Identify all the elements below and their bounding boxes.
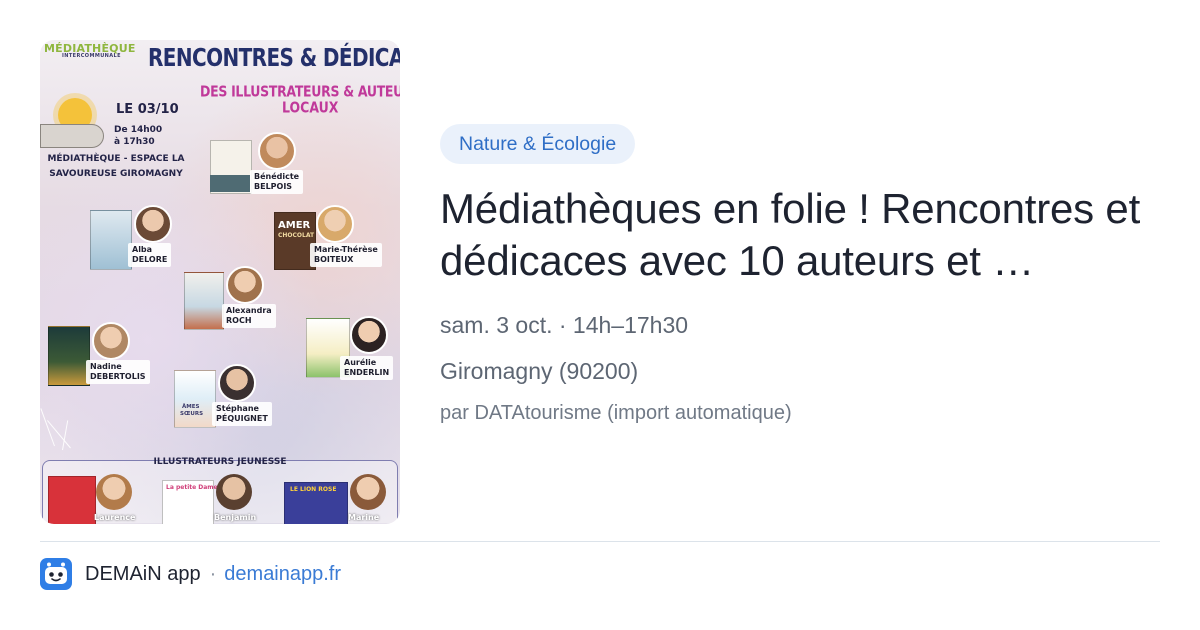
book-title-petite-dame: La petite Dame: [166, 484, 218, 491]
author-tag: Nadine DEBERTOLIS: [86, 360, 150, 384]
illustrator-photo: [216, 474, 252, 510]
author-first-name: Bénédicte: [254, 172, 300, 181]
illustrator-photo: [350, 474, 386, 510]
author-last-name: PÉQUIGNET: [216, 414, 268, 423]
book-cover-band: [210, 175, 250, 192]
author-first-name: Alexandra: [226, 306, 272, 315]
app-domain-link[interactable]: demainapp.fr: [224, 563, 341, 586]
book-title-soeurs: SŒURS: [180, 411, 204, 417]
author-last-name: DEBERTOLIS: [90, 372, 146, 381]
book-title-chocolat: CHOCOLAT: [278, 232, 315, 239]
illustrator-name: Benjamin: [214, 513, 257, 522]
poster-subtitle-line2: LOCAUX: [282, 98, 339, 116]
footer-divider: [40, 541, 1160, 542]
illustrator-photo: [96, 474, 132, 510]
book-title-ames: ÂMES: [182, 404, 200, 410]
author-photo: [350, 316, 388, 354]
author-first-name: Stéphane: [216, 404, 259, 413]
book-cover: [48, 326, 90, 386]
footer-separator: ·: [209, 562, 217, 585]
author-photo: [316, 205, 354, 243]
poster-place-line1: MÉDIATHÈQUE - ESPACE LA: [47, 154, 185, 164]
author-tag: Bénédicte BELPOIS: [250, 170, 304, 194]
event-poster-image[interactable]: MÉDIATHÈQUE INTERCOMMUNALE RENCONTRES & …: [40, 40, 400, 524]
footer: DEMAiN app · demainapp.fr: [40, 558, 341, 590]
poster-time-end: à 17h30: [114, 137, 155, 147]
author-last-name: ENDERLIN: [344, 368, 390, 377]
author-tag: Marie-Thérèse BOITEUX: [310, 243, 382, 267]
author-tag: Stéphane PÉQUIGNET: [212, 402, 272, 426]
author-first-name: Alba: [132, 245, 153, 254]
book-cover: [184, 272, 224, 330]
author-photo: [258, 132, 296, 170]
author-last-name: BELPOIS: [254, 182, 293, 191]
author-last-name: ROCH: [226, 316, 252, 325]
author-last-name: DELORE: [132, 255, 168, 264]
author-first-name: Aurélie: [344, 358, 377, 367]
author-first-name: Nadine: [90, 362, 122, 371]
author-photo: [134, 205, 172, 243]
poster-place-line2: SAVOUREUSE GIROMAGNY: [49, 169, 183, 179]
poster-title: RENCONTRES & DÉDICACES: [148, 42, 400, 72]
poster-time-start: De 14h00: [114, 125, 163, 135]
app-name: DEMAiN app: [85, 562, 201, 585]
poster-time: De 14h00 à 17h30: [114, 124, 162, 148]
hand-illustration: [40, 124, 104, 148]
event-source: par DATAtourisme (import automatique): [440, 402, 792, 424]
event-title[interactable]: Médiathèques en folie ! Rencontres et dé…: [440, 183, 1160, 287]
book-title-amer: AMER: [278, 220, 311, 231]
illustrators-title: ILLUSTRATEURS JEUNESSE: [153, 457, 287, 467]
author-tag: Alexandra ROCH: [222, 304, 276, 328]
illustrator-name: Marine: [348, 513, 380, 522]
author-tag: Aurélie ENDERLIN: [340, 356, 394, 380]
event-date-time: sam. 3 oct. · 14h–17h30: [440, 312, 689, 338]
event-location: Giromagny (90200): [440, 358, 639, 384]
book-cover: [90, 210, 132, 270]
illustrator-name: Laurence: [94, 513, 136, 522]
poster-logo-sub: INTERCOMMUNALE: [62, 53, 121, 59]
poster-place: MÉDIATHÈQUE - ESPACE LA SAVOUREUSE GIROM…: [40, 152, 192, 182]
author-photo: [92, 322, 130, 360]
author-photo: [226, 266, 264, 304]
category-tag[interactable]: Nature & Écologie: [440, 124, 636, 164]
author-photo: [218, 364, 256, 402]
poster-date: LE 03/10: [116, 102, 179, 117]
book-title-lion: LE LION ROSE: [290, 486, 337, 493]
author-tag: Alba DELORE: [128, 243, 172, 267]
book-cover: [174, 370, 216, 428]
demain-app-icon: [40, 558, 72, 590]
book-cover: [48, 476, 96, 524]
author-first-name: Marie-Thérèse: [314, 245, 378, 254]
author-last-name: BOITEUX: [314, 255, 354, 264]
